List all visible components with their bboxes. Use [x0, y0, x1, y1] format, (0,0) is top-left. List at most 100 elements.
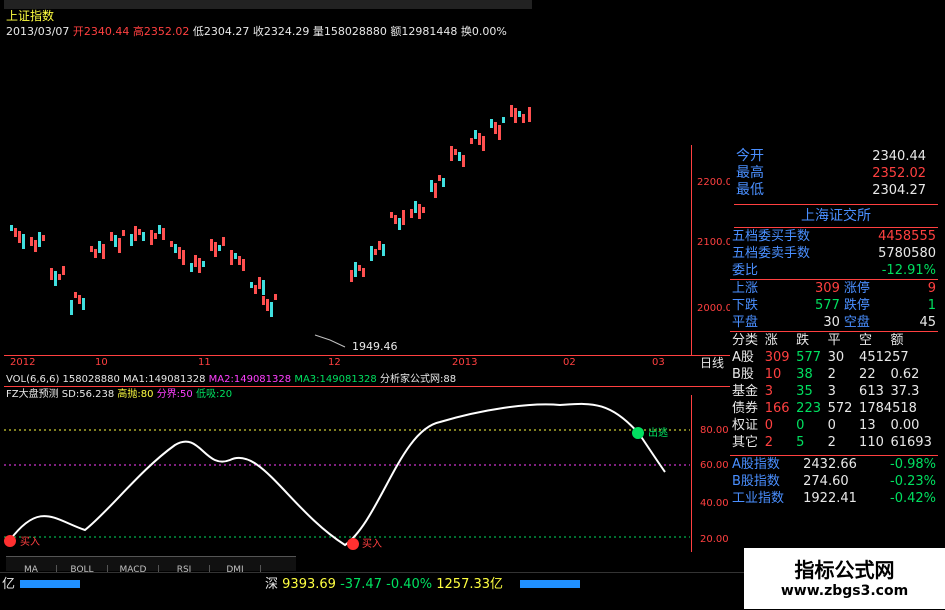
candle — [202, 261, 205, 267]
candle — [242, 259, 245, 271]
exchange-name: 上海证交所 — [734, 204, 938, 228]
price-tick: 2100.0 — [697, 237, 732, 248]
time-tick: 2013 — [452, 357, 478, 368]
candle — [14, 228, 17, 237]
ohlc-bar: 2013/03/07 开2340.44 高2352.02 低2304.27 收2… — [6, 25, 507, 38]
candle — [82, 298, 85, 310]
candle — [134, 226, 137, 241]
candle — [528, 107, 531, 122]
candle — [394, 215, 397, 224]
period-label[interactable]: 日线 — [700, 357, 724, 370]
candle — [130, 234, 133, 246]
candle — [490, 119, 493, 128]
candle — [450, 146, 453, 161]
candle — [118, 238, 121, 253]
amount-value: 12981448 — [401, 25, 458, 38]
buy-signal-dot — [347, 538, 359, 550]
candle — [418, 204, 421, 219]
candle — [210, 239, 213, 251]
candle — [22, 234, 25, 249]
divider — [4, 386, 732, 387]
candle — [474, 130, 477, 139]
quote-panel: 今开 最高 最低 2340.44 2352.02 2304.27 上海证交所 五档委买手… — [730, 140, 942, 572]
candle — [98, 241, 101, 253]
candle — [374, 249, 377, 255]
sell-signal-dot — [632, 427, 644, 439]
time-tick: 11 — [198, 357, 211, 368]
top-strip — [4, 0, 532, 9]
candle — [18, 231, 21, 243]
order-table: 五档委买手数 4458555 五档委卖手数 5780580 委比 -12.91% — [732, 229, 936, 278]
candle — [214, 242, 217, 257]
status-market: 深 9393.69 -37.47 -0.40% 1257.33亿 — [265, 577, 504, 592]
candle — [154, 233, 157, 239]
indicator-tabs: MA BOLL MACD RSI DMI — [6, 556, 296, 575]
candle — [110, 232, 113, 241]
candle — [378, 241, 381, 250]
candle — [442, 178, 445, 187]
candle — [262, 296, 265, 305]
turnover-value: 0.00% — [471, 25, 507, 38]
breadth-table: 上涨 309 涨停 9 下跌 577 跌停 1 平盘 30 空盘 45 — [730, 279, 938, 330]
status-bar-graph — [20, 580, 80, 588]
time-tick: 02 — [563, 357, 576, 368]
candle — [218, 245, 221, 251]
candle — [358, 265, 361, 271]
candle — [38, 232, 41, 247]
candle — [42, 235, 45, 241]
candle — [274, 294, 277, 300]
candlestick-chart[interactable] — [0, 40, 692, 358]
candle — [222, 237, 225, 246]
ind-tick: 20.00 — [700, 534, 729, 545]
candle — [78, 295, 81, 304]
ind-tick: 60.00 — [700, 460, 729, 471]
candle — [430, 180, 433, 192]
candle — [138, 229, 141, 235]
candle — [90, 246, 93, 252]
candle — [250, 282, 253, 288]
time-tick: 2012 — [10, 357, 36, 368]
candle — [170, 241, 173, 247]
candle — [362, 268, 365, 277]
candle — [458, 152, 461, 161]
time-tick: 10 — [95, 357, 108, 368]
candle — [254, 285, 257, 294]
quote-values: 2340.44 2352.02 2304.27 — [872, 149, 926, 198]
candle — [262, 280, 265, 295]
candle — [470, 138, 473, 144]
candle — [122, 230, 125, 236]
candle — [438, 175, 441, 181]
index-table: A股指数 2432.66 -0.98% B股指数 274.60 -0.23% 工业指数 1… — [730, 455, 938, 506]
price-tick: 2200.0 — [697, 177, 732, 188]
candle — [94, 249, 97, 258]
candle — [158, 225, 161, 234]
candle — [198, 258, 201, 273]
buy-signal-dot — [4, 535, 16, 547]
candle — [74, 292, 77, 298]
quote-labels: 今开 最高 最低 — [736, 148, 764, 198]
candle — [370, 246, 373, 261]
candle — [518, 111, 521, 117]
chart-title: 上证指数 — [6, 9, 55, 23]
price-axis-line — [691, 145, 692, 355]
candle — [522, 114, 525, 123]
candle — [10, 225, 13, 231]
low-mark-label: 1949.46 — [352, 340, 398, 353]
candle — [50, 268, 53, 280]
indicator-chart[interactable] — [0, 400, 692, 552]
close-value: 2324.29 — [263, 25, 310, 38]
candle — [266, 299, 269, 311]
ind-tick: 40.00 — [700, 498, 729, 509]
candle — [410, 209, 413, 218]
buy-signal-label-2: 买入 — [362, 539, 382, 550]
candle — [390, 212, 393, 218]
open-value: 2340.44 — [83, 25, 130, 38]
candle — [510, 105, 513, 117]
price-tick: 2000.0 — [697, 303, 732, 314]
low-value: 2304.27 — [203, 25, 250, 38]
status-left: 亿 — [2, 577, 16, 592]
candle — [238, 256, 241, 265]
date-label: 2013/03/07 — [6, 25, 70, 38]
candle — [502, 117, 505, 123]
sell-signal-label: 出逃 — [648, 428, 668, 439]
